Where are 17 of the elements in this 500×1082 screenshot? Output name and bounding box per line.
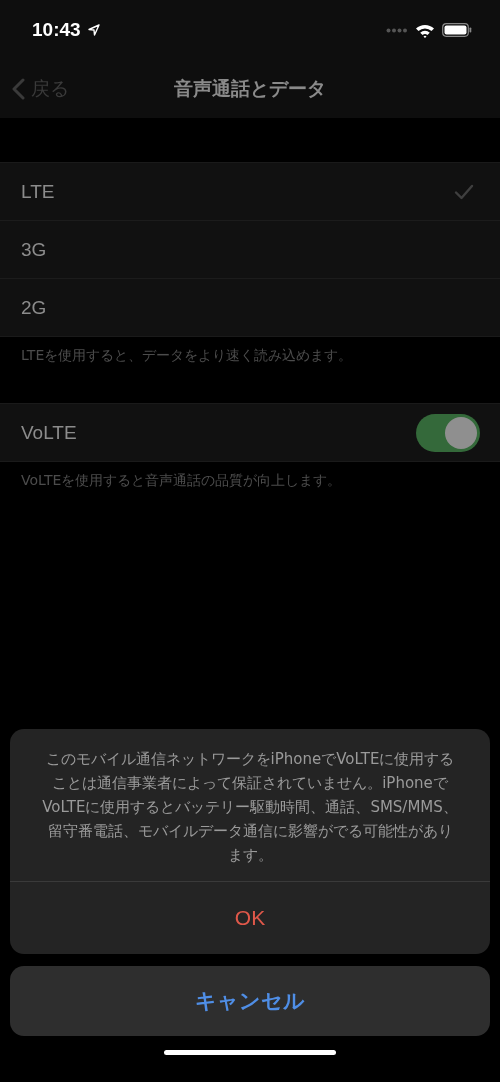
cancel-button[interactable]: キャンセル bbox=[10, 966, 490, 1036]
volte-toggle[interactable] bbox=[416, 413, 480, 452]
sheet-message: このモバイル通信ネットワークをiPhoneでVoLTEに使用することは通信事業者によって保証されていません。iPhoneでVoLTEに使用するとバッテリー駆動時間、通話、SMS/MMS、留守番電話、モバイルデータ通信に影響がでる可能性があります。 bbox=[10, 729, 490, 882]
chevron-left-icon bbox=[12, 78, 25, 100]
status-time: 10:43 bbox=[32, 19, 81, 41]
wifi-icon bbox=[415, 22, 435, 38]
location-arrow-icon bbox=[87, 24, 100, 36]
network-option[interactable]: LTE bbox=[0, 163, 500, 221]
signal-dots-icon bbox=[386, 27, 408, 33]
battery-icon bbox=[442, 23, 472, 37]
section-footer: VoLTEを使用すると音声通話の品質が向上します。 bbox=[0, 462, 500, 502]
network-option[interactable]: 2G bbox=[0, 279, 500, 336]
ok-button[interactable]: OK bbox=[10, 882, 490, 954]
screen-title: 音声通話とデータ bbox=[174, 76, 326, 101]
network-option[interactable]: 3G bbox=[0, 221, 500, 279]
section-footer: LTEを使用すると、データをより速く読み込めます。 bbox=[0, 337, 500, 377]
volte-label: VoLTE bbox=[21, 421, 77, 444]
